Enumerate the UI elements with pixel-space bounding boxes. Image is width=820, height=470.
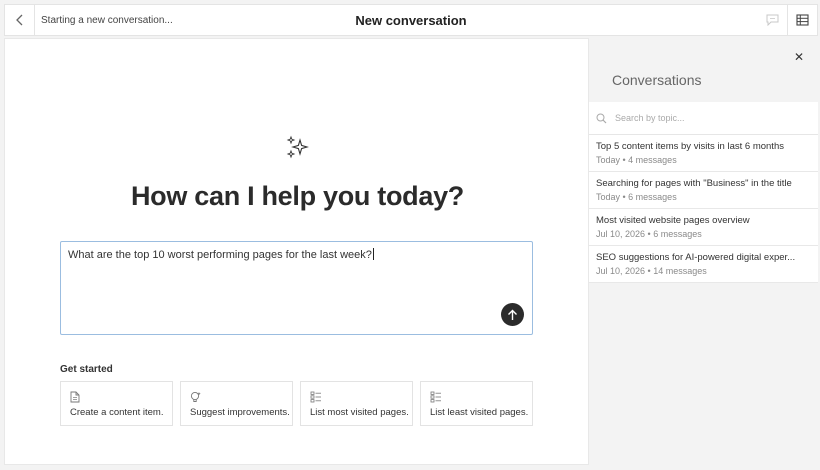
conversation-item[interactable]: Most visited website pages overview Jul … (589, 209, 818, 246)
get-started-heading: Get started (60, 364, 113, 375)
conversation-title: SEO suggestions for AI-powered digital e… (596, 252, 796, 263)
suggestion-create-content-item[interactable]: Create a content item. (60, 381, 173, 426)
top-bar: Starting a new conversation... New conve… (4, 4, 818, 36)
chat-main-panel: How can I help you today? What are the t… (4, 38, 589, 465)
list-icon (310, 391, 321, 403)
conversation-item[interactable]: SEO suggestions for AI-powered digital e… (589, 246, 818, 283)
text-caret (372, 248, 374, 260)
conversation-meta: Jul 10, 2026 • 6 messages (596, 229, 702, 239)
table-list-icon (796, 14, 809, 26)
send-button[interactable] (501, 303, 524, 326)
prompt-input[interactable]: What are the top 10 worst performing pag… (60, 241, 533, 335)
back-button[interactable] (5, 5, 35, 35)
document-icon (70, 391, 80, 403)
conversation-meta: Today • 6 messages (596, 192, 677, 202)
suggestion-label: List least visited pages. (430, 407, 529, 418)
page-title: New conversation (355, 12, 467, 28)
suggestion-suggest-improvements[interactable]: Suggest improvements. (180, 381, 293, 426)
suggestion-label: Create a content item. (70, 407, 164, 418)
prompt-input-text[interactable]: What are the top 10 worst performing pag… (68, 249, 372, 261)
close-icon[interactable]: ✕ (794, 50, 804, 64)
suggestion-list-most-visited[interactable]: List most visited pages. (300, 381, 413, 426)
arrow-up-icon (508, 309, 517, 320)
chat-button[interactable] (757, 5, 787, 35)
sidebar-title: Conversations (612, 72, 702, 88)
search-icon (596, 113, 607, 123)
conversation-item[interactable]: Top 5 content items by visits in last 6 … (589, 135, 818, 172)
conversation-title: Most visited website pages overview (596, 215, 750, 226)
suggestion-cards: Create a content item. Suggest improveme… (60, 381, 533, 426)
conversation-meta: Today • 4 messages (596, 155, 677, 165)
suggestion-list-least-visited[interactable]: List least visited pages. (420, 381, 533, 426)
welcome-headline: How can I help you today? (130, 181, 465, 211)
suggestion-label: List most visited pages. (310, 407, 409, 418)
chevron-left-icon (15, 14, 22, 26)
conversation-meta: Jul 10, 2026 • 14 messages (596, 266, 707, 276)
conversations-sidebar: ✕ Conversations Top 5 content items by v… (589, 38, 818, 465)
suggestion-label: Suggest improvements. (190, 407, 290, 418)
conversation-title: Top 5 content items by visits in last 6 … (596, 141, 784, 152)
conversation-item[interactable]: Searching for pages with "Business" in t… (589, 172, 818, 209)
chat-bubble-icon (766, 14, 778, 26)
sparkle-icon (286, 135, 309, 159)
conversation-title: Searching for pages with "Business" in t… (596, 178, 792, 189)
conversations-panel-toggle[interactable] (787, 5, 817, 35)
conversation-list: Top 5 content items by visits in last 6 … (589, 135, 818, 283)
lightbulb-icon (190, 391, 201, 402)
conversation-status: Starting a new conversation... (41, 14, 173, 26)
list-icon (430, 391, 441, 403)
search-input[interactable] (615, 113, 795, 123)
sidebar-search (589, 102, 818, 135)
